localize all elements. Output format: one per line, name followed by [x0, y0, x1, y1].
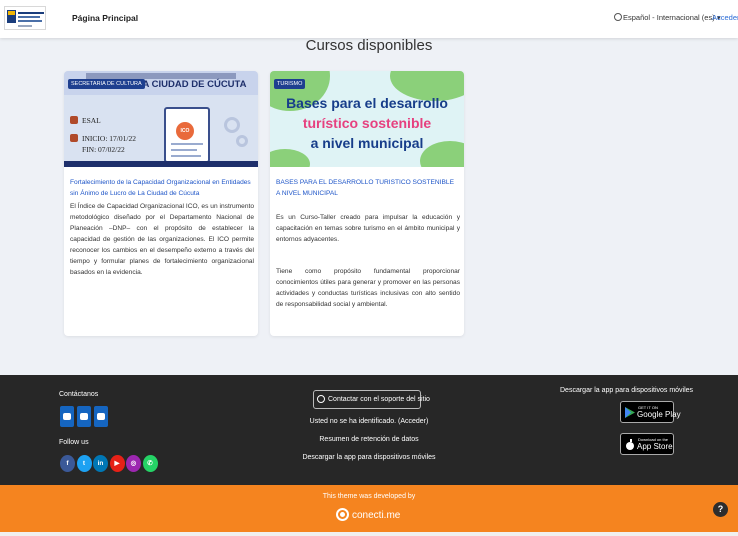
clipboard-line [171, 149, 197, 151]
gear-icon [224, 117, 240, 133]
course-title-link[interactable]: BASES PARA EL DESARROLLO TURISTICO SOSTE… [276, 177, 458, 199]
course-image[interactable]: TURISMO Bases para el desarrollo turísti… [270, 71, 464, 167]
language-label: Español - Internacional (es) [623, 13, 715, 22]
mobile-app-link[interactable]: Descargar la app para dispositivos móvil… [0, 454, 738, 461]
image-info-entity: ESAL [82, 116, 101, 125]
app-store-label: App Store [637, 442, 673, 451]
google-play-icon [625, 407, 635, 418]
google-play-label: Google Play [637, 410, 681, 419]
bottom-strip [0, 532, 738, 536]
course-description: El Índice de Capacidad Organizacional IC… [70, 203, 254, 276]
login-link[interactable]: Acceder [712, 13, 738, 22]
brand-logo[interactable]: conecti.me [336, 505, 400, 523]
course-description-2: Tiene como propósito fundamental proporc… [276, 268, 460, 308]
image-heading-3: a nivel municipal [310, 135, 424, 151]
course-description: Es un Curso-Taller creado para impulsar … [276, 214, 460, 243]
apple-icon [626, 439, 634, 450]
brand-name: conecti.me [352, 510, 401, 521]
ico-seal: ICO [176, 122, 194, 140]
logo-line [18, 12, 44, 14]
category-badge: TURISMO [274, 79, 306, 89]
apps-title: Descargar la app para dispositivos móvil… [560, 387, 694, 394]
category-badge: SECRETARIA DE CULTURA [68, 79, 145, 89]
map-shape [270, 149, 310, 167]
clipboard-line [171, 155, 201, 157]
support-button-label: Contactar con el soporte del sitio [328, 396, 430, 403]
support-button[interactable]: Contactar con el soporte del sitio [313, 390, 430, 409]
google-play-button[interactable]: GET IT ON Google Play [620, 401, 681, 423]
footer: Contáctanos Follow us f t in ▶ ◎ ✆ Contactar … [0, 375, 738, 485]
course-image[interactable]: RO DE LA CIUDAD DE CÚCUTA SECRETARIA DE … [64, 71, 258, 167]
nav-home-link[interactable]: Página Principal [72, 13, 138, 23]
calendar-icon [70, 134, 78, 142]
contact-title: Contáctanos [59, 391, 99, 398]
logo-accent [8, 11, 15, 15]
image-heading-2: turístico sostenible [302, 115, 432, 131]
logo-line [18, 20, 42, 22]
gear-icon [236, 135, 248, 147]
top-navbar: Página Principal Español - Internacional… [0, 0, 738, 38]
course-card[interactable]: TURISMO Bases para el desarrollo turísti… [270, 71, 464, 336]
section-title: Cursos disponibles [305, 37, 433, 54]
site-logo[interactable] [4, 6, 46, 30]
globe-icon [614, 13, 622, 21]
help-circle-icon [317, 395, 325, 403]
image-info-end: FIN: 07/02/22 [82, 145, 125, 154]
course-title-link[interactable]: Fortalecimiento de la Capacidad Organiza… [70, 177, 252, 199]
logo-line [18, 25, 32, 27]
person-icon [70, 116, 78, 124]
image-bottom-bar [64, 161, 258, 167]
help-button[interactable]: ? [713, 502, 728, 517]
course-card[interactable]: RO DE LA CIUDAD DE CÚCUTA SECRETARIA DE … [64, 71, 258, 336]
clipboard-line [171, 143, 203, 145]
app-store-button[interactable]: Download on the App Store [620, 433, 674, 455]
credits-bar: This theme was developed by conecti.me [0, 485, 738, 532]
developed-by-text: This theme was developed by [322, 493, 416, 500]
image-info: ESAL INICIO: 17/01/22 FIN: 07/02/22 [70, 115, 136, 155]
language-selector[interactable]: Español - Internacional (es) ▾ [614, 13, 721, 22]
image-info-start: INICIO: 17/01/22 [82, 134, 136, 143]
conectime-icon [336, 508, 349, 521]
image-heading-1: Bases para el desarrollo [286, 95, 448, 111]
logo-line [18, 16, 40, 18]
